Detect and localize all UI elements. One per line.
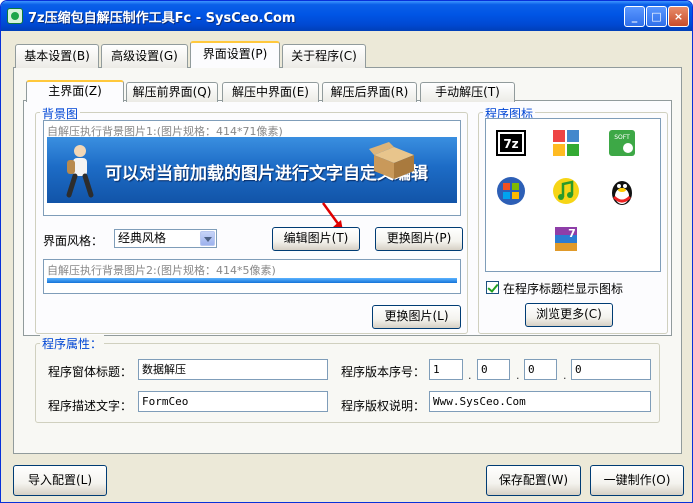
app-window: 7z压缩包自解压制作工具Fc - SysCeo.Com _ □ × 基本设置(B… <box>0 0 693 503</box>
copyright-input[interactable]: Www.SysCeo.Com <box>429 391 651 412</box>
svg-text:7: 7 <box>568 227 576 240</box>
import-config-button[interactable]: 导入配置(L) <box>13 465 107 496</box>
subtab-manual-extract[interactable]: 手动解压(T) <box>420 82 515 102</box>
version-label: 程序版本序号： <box>341 365 426 379</box>
version-major-input[interactable]: 1 <box>429 359 463 380</box>
replace-image-2-button[interactable]: 更换图片(L) <box>372 305 461 329</box>
title-bar[interactable]: 7z压缩包自解压制作工具Fc - SysCeo.Com _ □ × <box>1 1 692 31</box>
edit-image-button[interactable]: 编辑图片(T) <box>272 227 360 251</box>
qq-penguin-icon[interactable] <box>606 175 638 207</box>
replace-image-1-button[interactable]: 更换图片(P) <box>375 227 463 251</box>
tab-basic-settings[interactable]: 基本设置(B) <box>15 44 99 68</box>
version-dot: . <box>468 369 472 382</box>
subtab-before-extract[interactable]: 解压前界面(Q) <box>126 82 218 102</box>
background-bar-image <box>47 278 457 283</box>
tab-advanced-settings[interactable]: 高级设置(G) <box>101 44 188 68</box>
window-title-label: 程序窗体标题： <box>48 365 133 379</box>
subtab-after-extract[interactable]: 解压后界面(R) <box>322 82 417 102</box>
tab-ui-settings[interactable]: 界面设置(P) <box>190 41 280 68</box>
winrar-icon[interactable]: 7 <box>550 223 582 255</box>
description-label: 程序描述文字： <box>48 399 133 413</box>
version-dot: . <box>563 369 567 382</box>
7z-icon[interactable]: 7z <box>495 127 527 159</box>
soft-icon[interactable]: SOFT <box>606 127 638 159</box>
style-label: 界面风格： <box>43 234 104 248</box>
show-icon-checkbox[interactable] <box>486 281 499 294</box>
windows-icon[interactable] <box>495 175 527 207</box>
tab-about[interactable]: 关于程序(C) <box>282 44 366 68</box>
one-click-make-button[interactable]: 一键制作(O) <box>590 465 684 496</box>
version-build-input[interactable]: 0 <box>524 359 557 380</box>
subtab-main[interactable]: 主界面(Z) <box>26 80 124 102</box>
svg-text:7z: 7z <box>503 137 518 151</box>
running-man-icon <box>66 145 94 198</box>
svg-text:SOFT: SOFT <box>614 134 630 141</box>
window-title-input[interactable]: 数据解压 <box>138 359 328 380</box>
background-banner: 可以对当前加载的图片进行文字自定义编辑 <box>47 137 457 203</box>
background-image-2-caption: 自解压执行背景图片2:(图片规格：414*5像素) <box>47 264 276 277</box>
maximize-button[interactable]: □ <box>646 6 667 27</box>
browse-more-button[interactable]: 浏览更多(C) <box>525 303 613 327</box>
minimize-button[interactable]: _ <box>624 6 645 27</box>
background-image-2[interactable]: 自解压执行背景图片2:(图片规格：414*5像素) <box>43 259 461 294</box>
properties-group-label: 程序属性： <box>40 335 105 352</box>
version-minor-input[interactable]: 0 <box>477 359 510 380</box>
style-select-value: 经典风格 <box>118 231 167 245</box>
colored-squares-icon[interactable] <box>550 127 582 159</box>
version-dot: . <box>516 369 520 382</box>
description-input[interactable]: FormCeo <box>138 391 328 412</box>
subtab-during-extract[interactable]: 解压中界面(E) <box>222 82 319 102</box>
music-note-icon[interactable] <box>550 175 582 207</box>
background-image-1[interactable]: 自解压执行背景图片1:(图片规格：414*71像素) 可以对当前加载的图片进行文… <box>43 120 461 216</box>
copyright-label: 程序版权说明： <box>341 399 426 413</box>
cardboard-box-icon <box>369 142 414 179</box>
save-config-button[interactable]: 保存配置(W) <box>486 465 581 496</box>
show-icon-label: 在程序标题栏显示图标 <box>503 282 624 296</box>
icon-grid: 7z SOFT 7 <box>485 118 661 272</box>
chevron-down-icon[interactable] <box>200 231 215 246</box>
app-icon <box>7 8 23 24</box>
window-title: 7z压缩包自解压制作工具Fc - SysCeo.Com <box>28 11 296 26</box>
close-button[interactable]: × <box>668 6 689 27</box>
version-revision-input[interactable]: 0 <box>571 359 651 380</box>
style-select[interactable]: 经典风格 <box>114 229 217 248</box>
